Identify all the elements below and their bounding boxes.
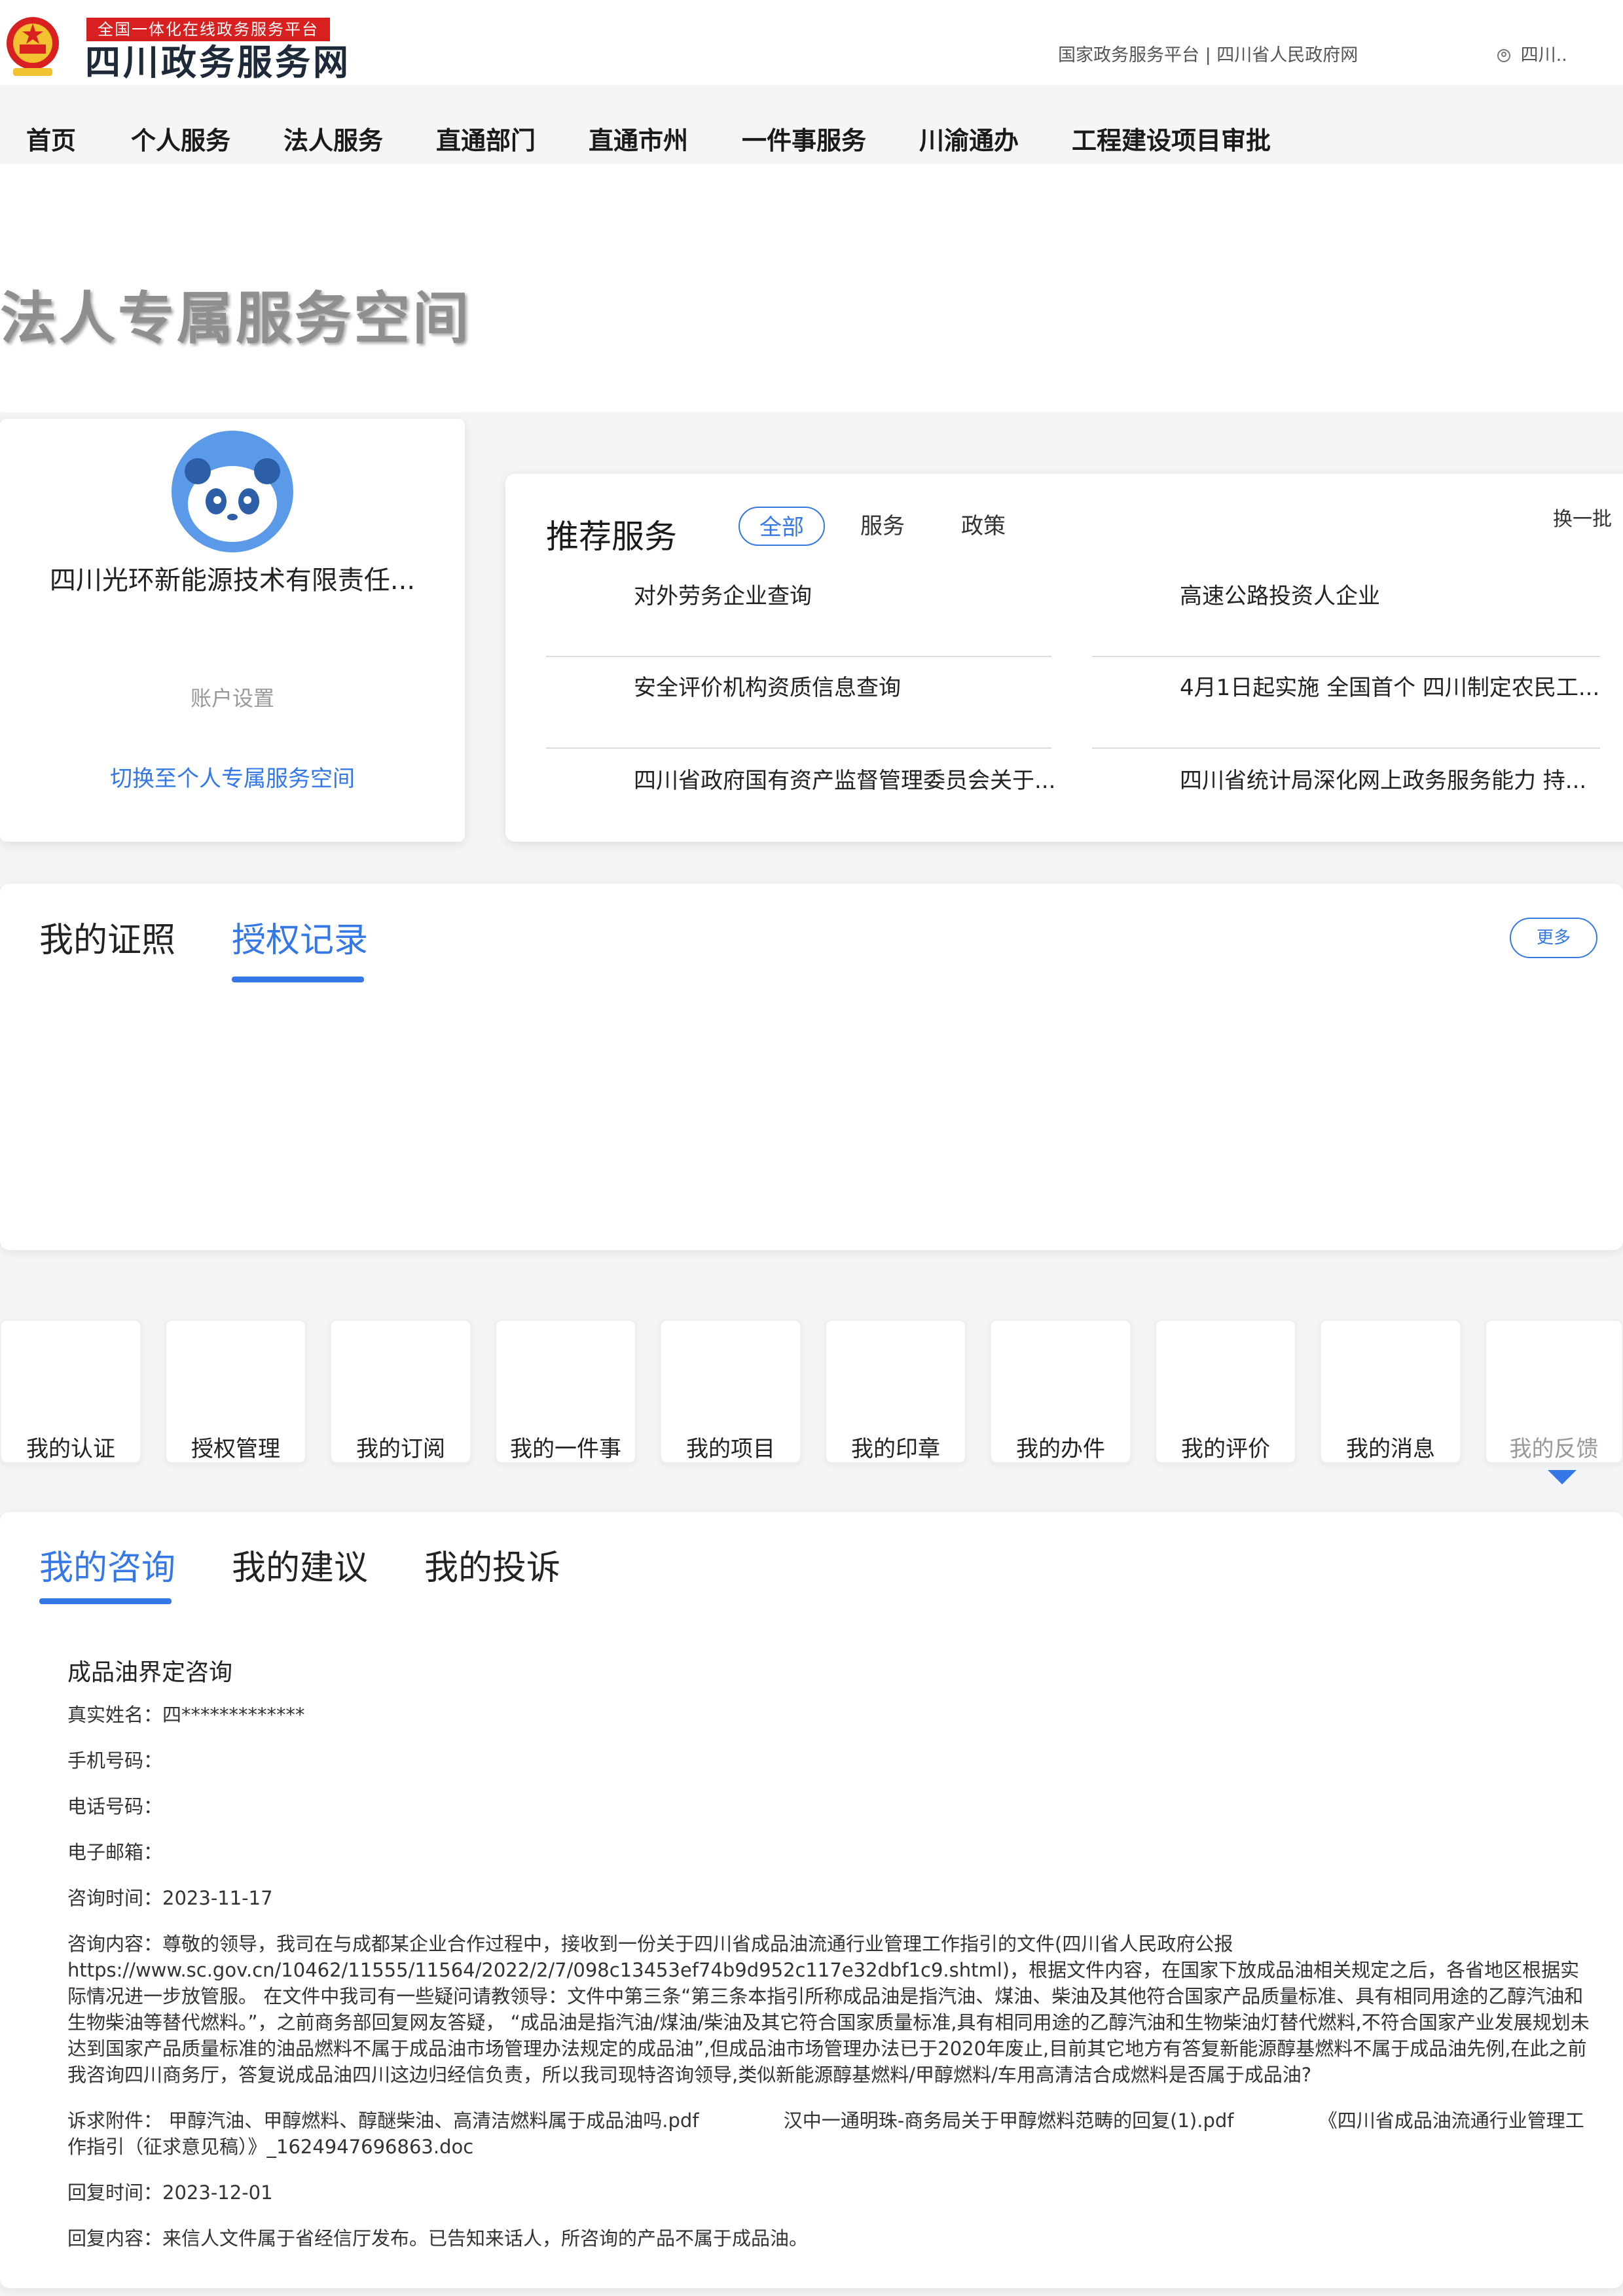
list-item-label: 四川省统计局深化网上政务服务能力 持... xyxy=(1180,768,1587,794)
nav-legal[interactable]: 法人服务 xyxy=(283,118,383,164)
tile-one-thing[interactable]: 我的一件事 xyxy=(495,1319,636,1463)
tab-my-certificates[interactable]: 我的证照 xyxy=(39,918,175,963)
reply-time-label: 回复时间： xyxy=(67,2181,163,2204)
reply-value: 来信人文件属于省经信厅发布。已告知来话人，所咨询的产品不属于成品油。 xyxy=(162,2227,809,2250)
nav-chuanyu[interactable]: 川渝通办 xyxy=(919,118,1019,164)
tab-service[interactable]: 服务 xyxy=(860,507,905,546)
list-item-label: 高速公路投资人企业 xyxy=(1180,583,1380,609)
name-value: 四************* xyxy=(162,1704,305,1726)
content-value: 尊敬的领导，我司在与成都某企业合作过程中，接收到一份关于四川省成品油流通行业管理… xyxy=(67,1933,1590,2086)
tile-label: 我的反馈 xyxy=(1509,1436,1599,1462)
content-label: 咨询内容： xyxy=(67,1933,163,1955)
mobile-label: 手机号码： xyxy=(67,1749,163,1772)
attachment-link[interactable]: 汉中一通明珠-商务局关于甲醇燃料范畴的回复(1).pdf xyxy=(784,2108,1234,2134)
name-row: 真实姓名：四************* xyxy=(67,1702,305,1728)
time-value: 2023-11-17 xyxy=(162,1887,273,1909)
tile-feedback[interactable]: 我的反馈 xyxy=(1485,1319,1623,1463)
email-row: 电子邮箱： xyxy=(67,1839,162,1865)
nav-home[interactable]: 首页 xyxy=(26,118,76,164)
recommend-card: 推荐服务 全部 服务 政策 换一批 对外劳务企业查询 高速公路投资人企业 安全评… xyxy=(505,474,1623,842)
consult-card: 我的咨询 我的建议 我的投诉 成品油界定咨询 真实姓名：四***********… xyxy=(0,1512,1623,2288)
national-emblem-icon xyxy=(7,17,59,76)
tab-all[interactable]: 全部 xyxy=(739,507,825,546)
content-row: 咨询内容：尊敬的领导，我司在与成都某企业合作过程中，接收到一份关于四川省成品油流… xyxy=(67,1931,1593,2088)
tile-seals[interactable]: 我的印章 xyxy=(825,1319,966,1463)
reply-time-row: 回复时间：2023-12-01 xyxy=(67,2179,273,2206)
list-item[interactable]: 对外劳务企业查询 xyxy=(546,576,1051,657)
tab-my-consultations[interactable]: 我的咨询 xyxy=(39,1545,175,1592)
active-tab-underline xyxy=(39,1598,172,1604)
list-item[interactable]: 高速公路投资人企业 xyxy=(1092,576,1600,657)
panda-avatar-icon xyxy=(185,458,280,542)
tile-projects[interactable]: 我的项目 xyxy=(660,1319,801,1463)
attachments-label: 诉求附件： xyxy=(67,2109,163,2132)
avatar xyxy=(172,431,293,552)
list-item[interactable]: 安全评价机构资质信息查询 xyxy=(546,668,1051,749)
tile-label: 我的消息 xyxy=(1346,1436,1435,1462)
selected-tile-caret-icon xyxy=(1548,1470,1577,1484)
tile-label: 我的评价 xyxy=(1181,1436,1270,1462)
email-label: 电子邮箱： xyxy=(67,1841,163,1863)
tile-evaluations[interactable]: 我的评价 xyxy=(1155,1319,1296,1463)
tab-auth-records[interactable]: 授权记录 xyxy=(232,918,368,963)
tile-label: 我的办件 xyxy=(1016,1436,1105,1462)
nav-departments[interactable]: 直通部门 xyxy=(436,118,536,164)
reply-row: 回复内容：来信人文件属于省经信厅发布。已告知来话人，所咨询的产品不属于成品油。 xyxy=(67,2225,808,2251)
tile-authorization[interactable]: 授权管理 xyxy=(165,1319,306,1463)
nav-one-thing[interactable]: 一件事服务 xyxy=(742,118,866,164)
mobile-row: 手机号码： xyxy=(67,1748,162,1774)
name-label: 真实姓名： xyxy=(67,1704,163,1726)
user-icon xyxy=(1497,49,1510,62)
consult-subject: 成品油界定咨询 xyxy=(67,1659,233,1686)
time-row: 咨询时间：2023-11-17 xyxy=(67,1885,273,1911)
tile-label: 我的印章 xyxy=(851,1436,940,1462)
tile-label: 我的订阅 xyxy=(356,1436,445,1462)
time-label: 咨询时间： xyxy=(67,1887,163,1909)
top-header: 全国一体化在线政务服务平台 四川政务服务网 国家政务服务平台 | 四川省人民政府… xyxy=(0,0,1623,85)
top-links[interactable]: 国家政务服务平台 | 四川省人民政府网 xyxy=(1058,41,1358,66)
nav-cities[interactable]: 直通市州 xyxy=(589,118,688,164)
user-menu[interactable]: 四川.. xyxy=(1497,41,1567,66)
tile-messages[interactable]: 我的消息 xyxy=(1320,1319,1461,1463)
list-item[interactable]: 四川省统计局深化网上政务服务能力 持... xyxy=(1092,761,1600,842)
user-name: 四川.. xyxy=(1520,45,1567,65)
active-tab-underline xyxy=(232,977,364,982)
tile-label: 我的项目 xyxy=(686,1436,775,1462)
more-button[interactable]: 更多 xyxy=(1510,918,1597,958)
reply-label: 回复内容： xyxy=(67,2227,163,2250)
attachment-link[interactable]: 甲醇汽油、甲醇燃料、醇醚柴油、高清洁燃料属于成品油吗.pdf xyxy=(168,2108,699,2134)
tile-label: 我的一件事 xyxy=(510,1436,621,1462)
profile-card: 四川光环新能源技术有限责任... 账户设置 切换至个人专属服务空间 xyxy=(0,419,465,842)
switch-personal-link[interactable]: 切换至个人专属服务空间 xyxy=(0,761,465,793)
nav-personal[interactable]: 个人服务 xyxy=(131,118,230,164)
list-item-label: 四川省政府国有资产监督管理委员会关于... xyxy=(634,768,1056,794)
tab-policy[interactable]: 政策 xyxy=(961,507,1006,546)
nav-construction[interactable]: 工程建设项目审批 xyxy=(1072,118,1271,164)
tile-cases[interactable]: 我的办件 xyxy=(990,1319,1131,1463)
account-settings-link[interactable]: 账户设置 xyxy=(0,682,465,712)
list-item-label: 安全评价机构资质信息查询 xyxy=(634,675,901,701)
list-item[interactable]: 4月1日起实施 全国首个 四川制定农民工... xyxy=(1092,668,1600,749)
platform-badge: 全国一体化在线政务服务平台 xyxy=(86,18,330,41)
page-title: 法人专属服务空间 xyxy=(0,286,471,351)
tab-my-complaints[interactable]: 我的投诉 xyxy=(424,1545,560,1592)
cert-card: 我的证照 授权记录 更多 xyxy=(0,884,1623,1250)
attachments-row: 诉求附件： 甲醇汽油、甲醇燃料、醇醚柴油、高清洁燃料属于成品油吗.pdf 汉中一… xyxy=(67,2108,1593,2160)
company-name: 四川光环新能源技术有限责任... xyxy=(49,565,416,596)
list-item-label: 4月1日起实施 全国首个 四川制定农民工... xyxy=(1180,675,1600,701)
list-item-label: 对外劳务企业查询 xyxy=(634,583,812,609)
recommend-title: 推荐服务 xyxy=(546,518,677,556)
tile-label: 授权管理 xyxy=(191,1436,280,1462)
tel-row: 电话号码： xyxy=(67,1793,162,1820)
tile-my-verification[interactable]: 我的认证 xyxy=(0,1319,141,1463)
reply-time-value: 2023-12-01 xyxy=(162,2181,273,2204)
main-nav: 首页 个人服务 法人服务 直通部门 直通市州 一件事服务 川渝通办 工程建设项目… xyxy=(0,118,1623,164)
list-item[interactable]: 四川省政府国有资产监督管理委员会关于... xyxy=(546,761,1055,842)
tab-my-suggestions[interactable]: 我的建议 xyxy=(232,1545,368,1592)
tile-subscriptions[interactable]: 我的订阅 xyxy=(330,1319,471,1463)
refresh-button[interactable]: 换一批 xyxy=(1553,503,1612,531)
site-title[interactable]: 四川政务服务网 xyxy=(85,43,351,82)
tel-label: 电话号码： xyxy=(67,1795,163,1818)
tile-label: 我的认证 xyxy=(26,1436,115,1462)
